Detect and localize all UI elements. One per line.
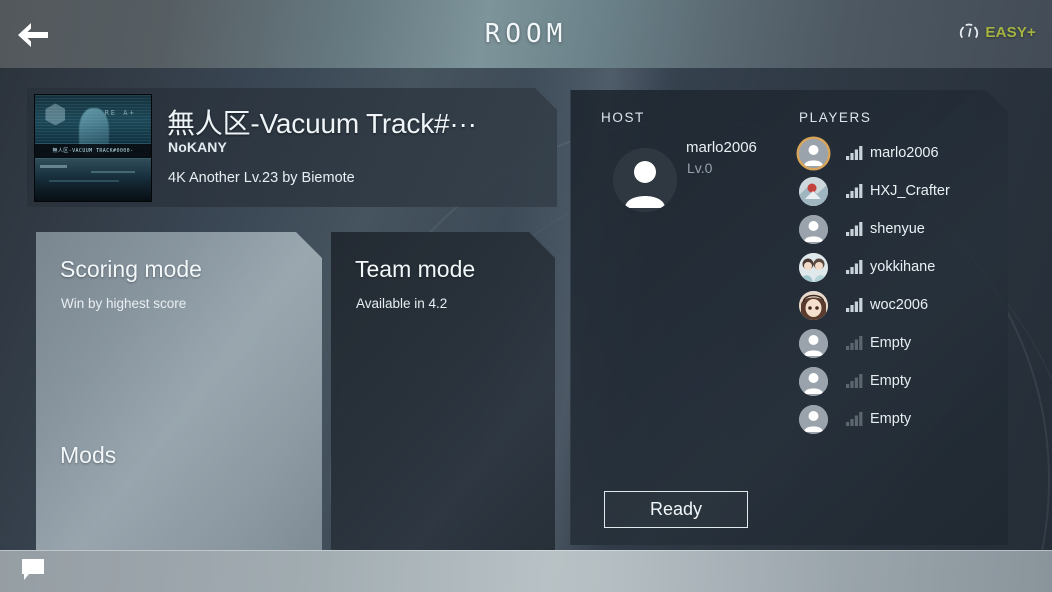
ready-button[interactable]: Ready	[604, 491, 748, 528]
background-footer-bar	[0, 550, 1052, 592]
default-avatar-icon	[799, 405, 828, 434]
room-screen: ROOM EASY+ RE A+ 無人区-VACUUM TRACK#0000-	[0, 0, 1052, 592]
default-avatar-icon	[799, 329, 828, 358]
chat-button[interactable]	[20, 558, 46, 582]
player-avatar	[799, 405, 828, 434]
host-level: Lv.0	[687, 160, 713, 176]
album-art-caption: 無人区-VACUUM TRACK#0000-	[52, 148, 134, 155]
chat-bubble-icon	[22, 559, 44, 580]
signal-strength-icon	[837, 184, 863, 198]
player-slot[interactable]: marlo2006	[799, 134, 999, 172]
signal-strength-icon	[846, 222, 863, 236]
player-slot-empty[interactable]: Empty	[799, 362, 999, 400]
player-slot[interactable]: shenyue	[799, 210, 999, 248]
signal-strength-icon	[837, 146, 863, 160]
host-name: marlo2006	[686, 139, 757, 156]
player-name: Empty	[870, 373, 912, 389]
players-section-label: PLAYERS	[799, 110, 872, 125]
album-art-glitch-line	[49, 180, 119, 182]
player-name: yokkihane	[870, 259, 936, 275]
player-name: Empty	[870, 335, 912, 351]
player-avatar	[799, 367, 828, 396]
player-avatar	[799, 253, 828, 282]
ready-button-label: Ready	[649, 499, 703, 519]
team-mode-title: Team mode	[355, 256, 476, 282]
signal-strength-icon	[846, 374, 863, 388]
player-name: Empty	[870, 411, 912, 427]
scoring-mode-card[interactable]: Scoring mode Win by highest score Mods	[36, 232, 322, 550]
gauge-icon	[960, 23, 979, 38]
album-art-glitch-line	[40, 165, 68, 168]
signal-strength-icon	[846, 298, 863, 312]
scoring-mode-subtitle: Win by highest score	[61, 296, 187, 311]
signal-strength-icon	[837, 260, 863, 274]
default-avatar-icon	[799, 215, 828, 244]
album-art-corner-text: RE A+	[104, 108, 136, 117]
player-avatar	[799, 329, 828, 358]
player-name: woc2006	[870, 297, 929, 313]
player-slot[interactable]: yokkihane	[799, 248, 999, 286]
signal-strength-icon	[846, 412, 863, 426]
default-avatar-icon	[613, 148, 677, 212]
difficulty-label: EASY+	[985, 23, 1036, 41]
song-artist: NoKANY	[168, 139, 227, 155]
scoring-mode-title: Scoring mode	[60, 256, 202, 282]
host-section-label: HOST	[601, 110, 645, 125]
player-avatar	[799, 139, 828, 168]
signal-strength-icon	[846, 260, 863, 274]
player-slot-empty[interactable]: Empty	[799, 324, 999, 362]
mods-title: Mods	[60, 442, 117, 468]
song-info-panel[interactable]: RE A+ 無人区-VACUUM TRACK#0000- 無人区-Vacuum …	[27, 88, 557, 207]
room-panel: HOST PLAYERS marlo2006 Lv.0 marlo2006 HXJ…	[570, 90, 1008, 545]
header-bar: ROOM EASY+	[0, 0, 1052, 68]
player-avatar	[799, 291, 828, 320]
player-name: HXJ_Crafter	[870, 183, 950, 199]
signal-strength-icon	[837, 412, 863, 426]
signal-strength-icon	[837, 298, 863, 312]
player-list: marlo2006 HXJ_Craftershenyue yokkihane woc2…	[799, 134, 999, 438]
default-avatar-icon	[799, 367, 828, 396]
player-slot-empty[interactable]: Empty	[799, 400, 999, 438]
player-name: marlo2006	[870, 145, 939, 161]
footer-bar-shade	[0, 550, 1052, 592]
page-title: ROOM	[484, 19, 568, 49]
default-avatar-icon	[799, 139, 828, 168]
host-avatar[interactable]	[613, 148, 677, 212]
song-chart-info: 4K Another Lv.23 by Biemote	[168, 170, 355, 186]
player-name: shenyue	[870, 221, 925, 237]
signal-strength-icon	[837, 374, 863, 388]
song-title: 無人区-Vacuum Track#···	[167, 108, 477, 139]
signal-strength-icon	[846, 336, 863, 350]
signal-strength-icon	[846, 184, 863, 198]
player-slot[interactable]: woc2006	[799, 286, 999, 324]
photo-avatar-icon	[799, 177, 828, 206]
signal-strength-icon	[837, 222, 863, 236]
player-avatar	[799, 215, 828, 244]
player-slot[interactable]: HXJ_Crafter	[799, 172, 999, 210]
team-mode-card[interactable]: Team mode Available in 4.2	[331, 232, 555, 550]
anime-avatar-icon	[799, 253, 828, 282]
difficulty-badge[interactable]: EASY+	[958, 21, 1036, 43]
album-art-thumbnail: RE A+ 無人区-VACUUM TRACK#0000-	[34, 94, 152, 202]
anime-avatar-icon	[799, 291, 828, 320]
signal-strength-icon	[846, 146, 863, 160]
team-mode-subtitle: Available in 4.2	[356, 296, 448, 311]
album-art-glitch-line	[91, 171, 135, 173]
signal-strength-icon	[837, 336, 863, 350]
player-avatar	[799, 177, 828, 206]
